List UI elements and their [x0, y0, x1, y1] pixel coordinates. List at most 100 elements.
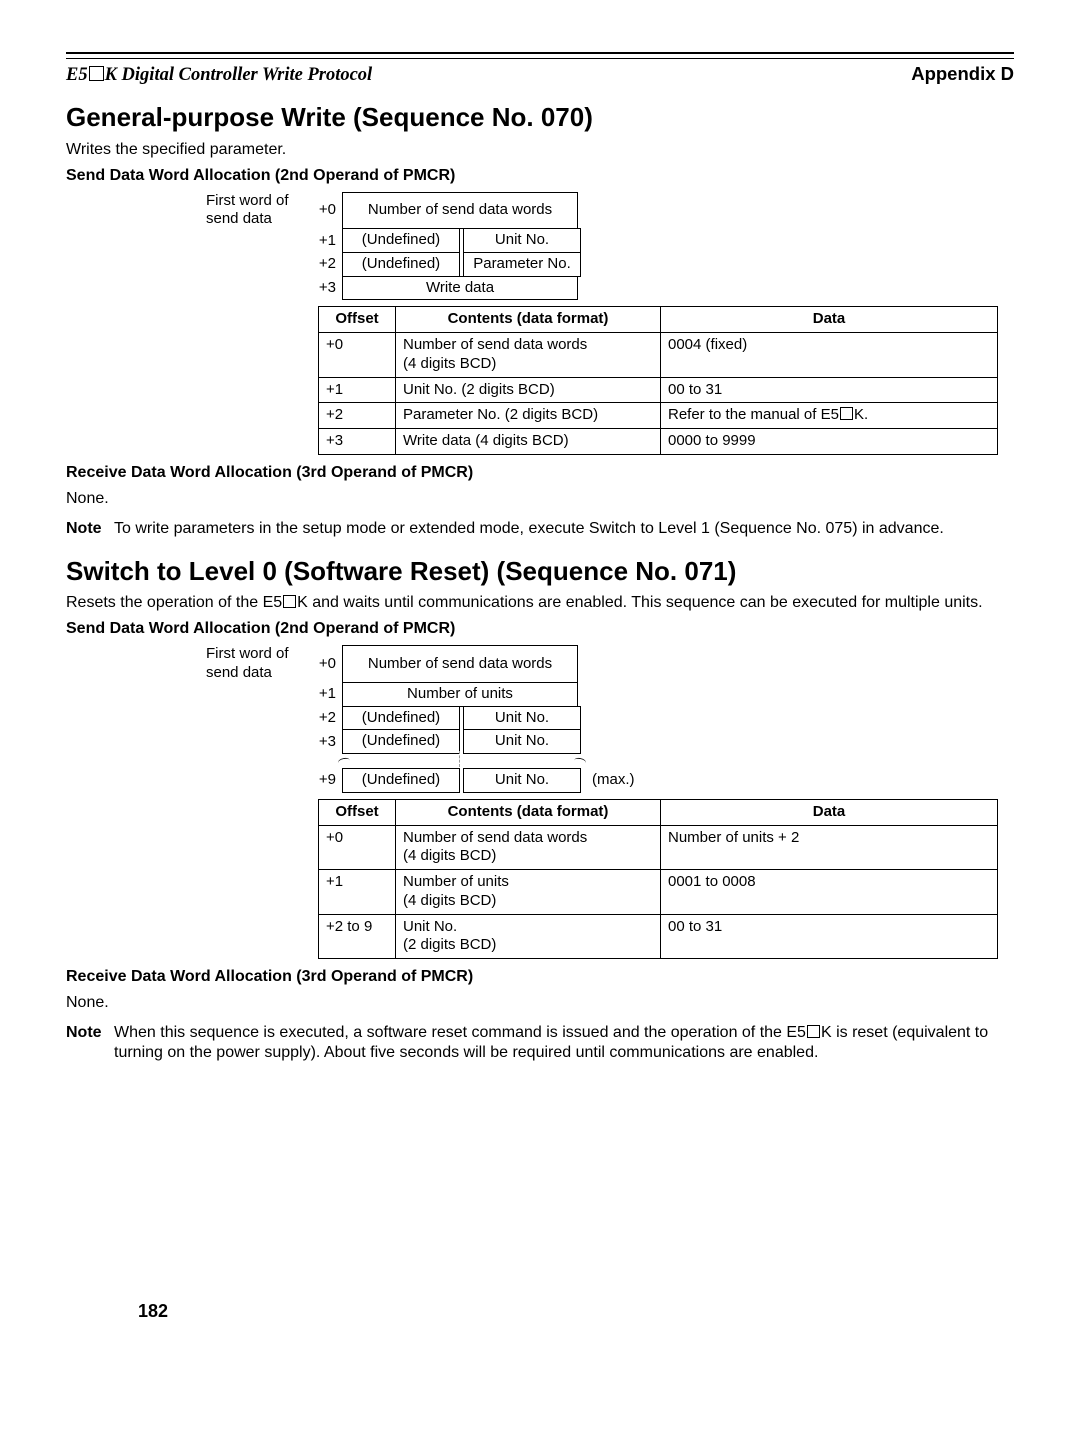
offset-1: +1	[310, 685, 338, 704]
section-071-intro: Resets the operation of the E5 K and wait…	[66, 593, 1014, 613]
note-text: To write parameters in the setup mode or…	[114, 519, 1014, 539]
note-label: Note	[66, 1023, 114, 1063]
cell: 00 to 31	[661, 377, 998, 403]
alloc-r2a: (Undefined)	[342, 706, 460, 731]
placeholder-square-icon	[840, 407, 853, 420]
section-071-send-heading: Send Data Word Allocation (2nd Operand o…	[66, 619, 1014, 639]
th-contents: Contents (data format)	[396, 307, 661, 333]
note-text: When this sequence is executed, a softwa…	[114, 1023, 1014, 1063]
table-row: +0 Number of send data words (4 digits B…	[319, 825, 998, 870]
section-070-title: General-purpose Write (Sequence No. 070)	[66, 101, 1014, 134]
first-word-l1: First word of	[206, 645, 289, 662]
hdr-left-prefix: E5	[66, 65, 88, 85]
top-rule	[66, 52, 1014, 59]
table-row: +0 Number of send data words (4 digits B…	[319, 333, 998, 378]
offset-9: +9	[310, 771, 338, 790]
cell: Number of units (4 digits BCD)	[396, 870, 661, 915]
alloc-r2b: Unit No.	[463, 706, 581, 731]
cell: Parameter No. (2 digits BCD)	[396, 403, 661, 429]
alloc-r3b: Unit No.	[463, 729, 581, 754]
cell: +3	[319, 429, 396, 455]
table-row: +2 Parameter No. (2 digits BCD) Refer to…	[319, 403, 998, 429]
section-070-recv-heading: Receive Data Word Allocation (3rd Operan…	[66, 463, 1014, 483]
section-071-recv-heading: Receive Data Word Allocation (3rd Operan…	[66, 967, 1014, 987]
cell: Number of send data words (4 digits BCD)	[396, 825, 661, 870]
section-070-intro: Writes the specified parameter.	[66, 140, 1014, 160]
header-left: E5 K Digital Controller Write Protocol	[66, 64, 372, 87]
alloc-r9a: (Undefined)	[342, 768, 460, 793]
cell: +0	[319, 825, 396, 870]
offset-0: +0	[310, 201, 338, 220]
txt: Resets the operation of the E5	[66, 594, 282, 611]
page-number: 182	[138, 1300, 168, 1323]
placeholder-square-icon	[807, 1025, 820, 1038]
offset-0: +0	[310, 655, 338, 674]
cell: +1	[319, 377, 396, 403]
th-offset: Offset	[319, 799, 396, 825]
first-word-label: First word of send data	[66, 645, 306, 683]
cell: 0000 to 9999	[661, 429, 998, 455]
alloc-diagram-070: First word of send data +0 Number of sen…	[66, 192, 1014, 301]
cell: 00 to 31	[661, 914, 998, 959]
max-label: (max.)	[586, 771, 646, 790]
first-word-l1: First word of	[206, 192, 289, 209]
cell: Number of units + 2	[661, 825, 998, 870]
section-070-send-heading: Send Data Word Allocation (2nd Operand o…	[66, 166, 1014, 186]
table-row: +3 Write data (4 digits BCD) 0000 to 999…	[319, 429, 998, 455]
offset-3: +3	[310, 279, 338, 298]
hdr-left-suffix: K Digital Controller Write Protocol	[105, 65, 373, 85]
note-071: Note When this sequence is executed, a s…	[66, 1023, 1014, 1063]
cell: Number of send data words (4 digits BCD)	[396, 333, 661, 378]
alloc-r1a: (Undefined)	[342, 228, 460, 253]
section-070-recv-body: None.	[66, 489, 1014, 509]
alloc-r1: Number of units	[342, 682, 578, 707]
alloc-diagram-071: First word of send data +0 Number of sen…	[66, 645, 1014, 793]
alloc-r9b: Unit No.	[463, 768, 581, 793]
note-070: Note To write parameters in the setup mo…	[66, 519, 1014, 539]
alloc-r0: Number of send data words	[342, 645, 578, 683]
first-word-label: First word of send data	[66, 192, 306, 230]
alloc-r0: Number of send data words	[342, 192, 578, 230]
offset-3: +3	[310, 733, 338, 752]
cell: 0004 (fixed)	[661, 333, 998, 378]
table-070: Offset Contents (data format) Data +0 Nu…	[318, 306, 998, 455]
txt: Refer to the manual of E5	[668, 406, 839, 423]
th-data: Data	[661, 799, 998, 825]
section-071-recv-body: None.	[66, 993, 1014, 1013]
placeholder-square-icon	[283, 595, 296, 608]
table-071: Offset Contents (data format) Data +0 Nu…	[318, 799, 998, 959]
cell: +0	[319, 333, 396, 378]
alloc-r2b: Parameter No.	[463, 252, 581, 277]
table-row: +1 Number of units (4 digits BCD) 0001 t…	[319, 870, 998, 915]
alloc-r3a: (Undefined)	[342, 729, 460, 754]
txt: When this sequence is executed, a softwa…	[114, 1024, 806, 1041]
cell: Write data (4 digits BCD)	[396, 429, 661, 455]
header-right: Appendix D	[911, 62, 1014, 85]
cell: Unit No. (2 digits BCD)	[396, 377, 661, 403]
cell: 0001 to 0008	[661, 870, 998, 915]
first-word-l2: send data	[206, 210, 272, 227]
cell: +2 to 9	[319, 914, 396, 959]
note-label: Note	[66, 519, 114, 539]
cell: Unit No. (2 digits BCD)	[396, 914, 661, 959]
placeholder-square-icon	[89, 66, 104, 81]
alloc-r1b: Unit No.	[463, 228, 581, 253]
th-contents: Contents (data format)	[396, 799, 661, 825]
cell: +1	[319, 870, 396, 915]
table-row: +2 to 9 Unit No. (2 digits BCD) 00 to 31	[319, 914, 998, 959]
first-word-l2: send data	[206, 664, 272, 681]
offset-2: +2	[310, 255, 338, 274]
txt: K.	[854, 406, 868, 423]
section-071-title: Switch to Level 0 (Software Reset) (Sequ…	[66, 555, 1014, 588]
txt: K and waits until communications are ena…	[297, 594, 982, 611]
th-offset: Offset	[319, 307, 396, 333]
alloc-r3: Write data	[342, 276, 578, 301]
table-row: +1 Unit No. (2 digits BCD) 00 to 31	[319, 377, 998, 403]
offset-2: +2	[310, 709, 338, 728]
th-data: Data	[661, 307, 998, 333]
cell: +2	[319, 403, 396, 429]
offset-1: +1	[310, 232, 338, 251]
wave-break-icon	[342, 754, 582, 768]
cell: Refer to the manual of E5 K.	[661, 403, 998, 429]
alloc-r2a: (Undefined)	[342, 252, 460, 277]
